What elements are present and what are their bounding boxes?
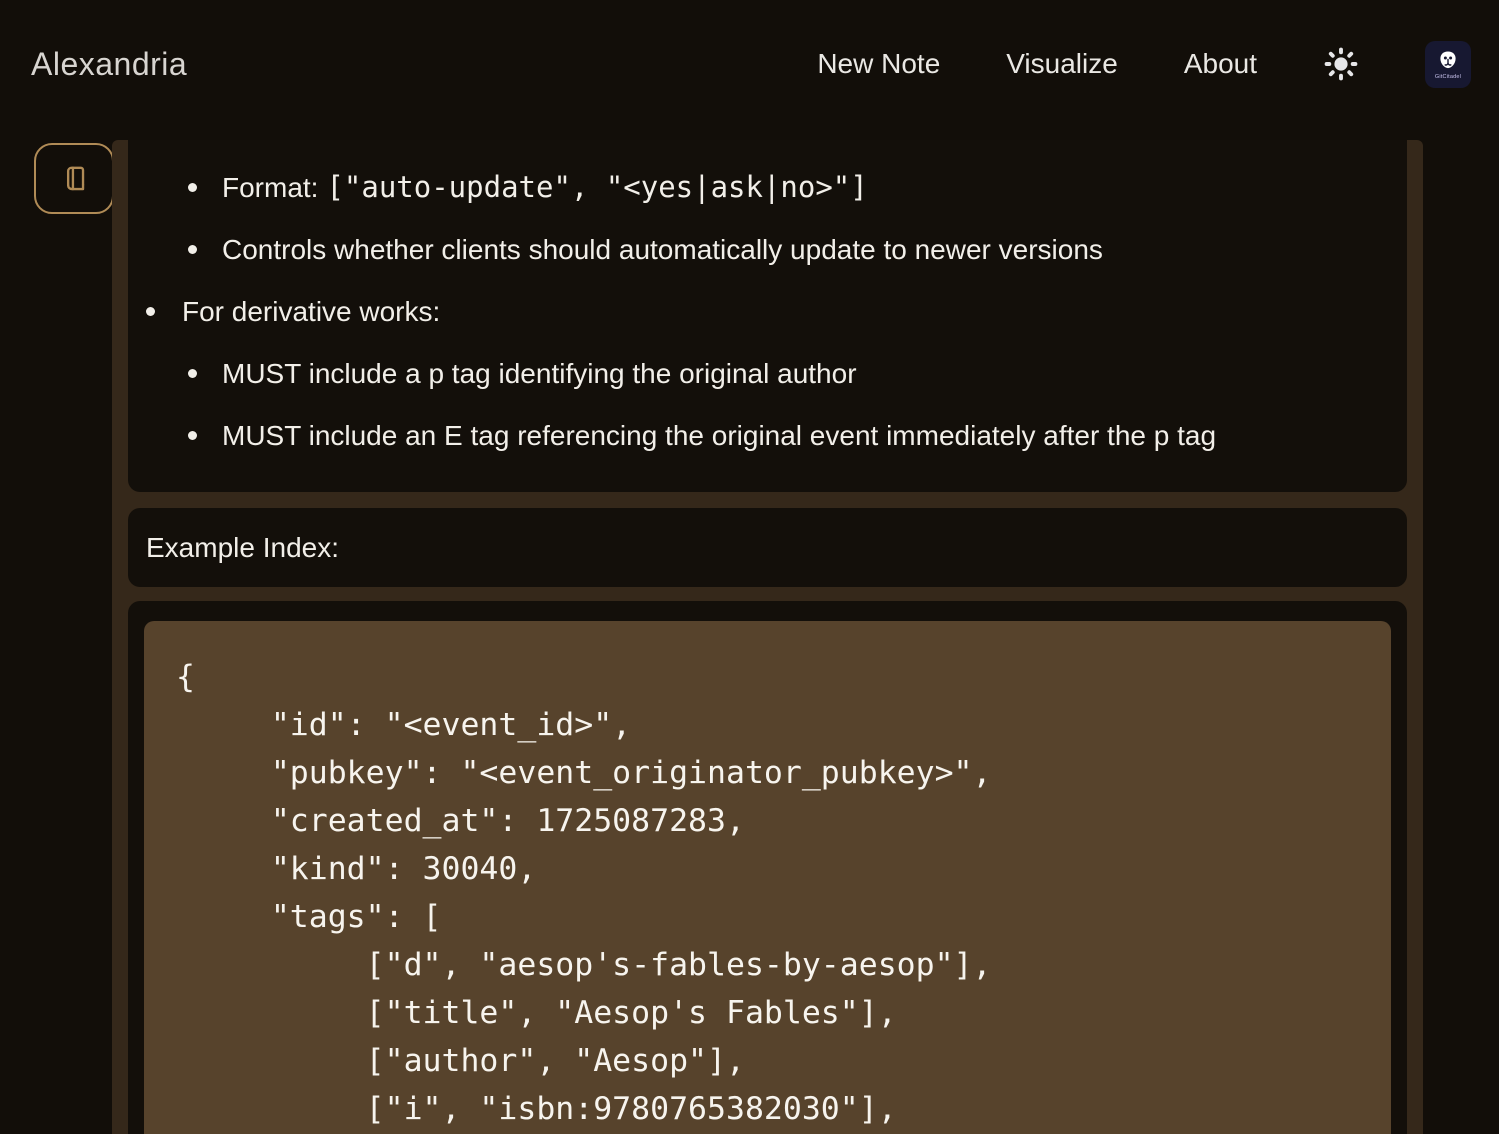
spec-rules-card: Format: ["auto-update", "<yes|ask|no>"] C… [128,140,1407,492]
gitcitadel-logo[interactable]: GitCitadel [1425,41,1471,88]
derivative-sublist: MUST include a p tag identifying the ori… [182,356,1407,453]
list-item-derivative-heading: For derivative works: MUST include a p t… [128,294,1407,453]
example-index-card: Example Index: [128,508,1407,587]
app-title: Alexandria [31,46,187,83]
nav-link-about[interactable]: About [1184,48,1257,80]
nav-link-visualize[interactable]: Visualize [1006,48,1118,80]
list-item-controls: Controls whether clients should automati… [128,232,1407,267]
derivative-list: For derivative works: MUST include a p t… [128,294,1407,453]
list-item-format: Format: ["auto-update", "<yes|ask|no>"] [128,170,1407,205]
list-item-must-p-tag: MUST include a p tag identifying the ori… [182,356,1407,391]
shield-glyph-icon [1436,49,1460,73]
format-code: ["auto-update", "<yes|ask|no>"] [326,170,867,204]
example-code-card: { "id": "<event_id>", "pubkey": "<event_… [128,601,1407,1134]
json-code-text: { "id": "<event_id>", "pubkey": "<event_… [176,653,1359,1133]
theme-toggle-button[interactable] [1323,46,1359,82]
logo-caption: GitCitadel [1435,74,1461,80]
library-sidebar-button[interactable] [34,143,114,214]
top-nav-bar: Alexandria New Note Visualize About [0,0,1499,128]
sun-icon [1323,46,1359,82]
example-index-label: Example Index: [146,532,339,564]
format-label: Format: [222,172,318,203]
book-icon [57,162,91,196]
main-nav: New Note Visualize About [817,41,1471,88]
nav-link-new-note[interactable]: New Note [817,48,940,80]
json-code-block: { "id": "<event_id>", "pubkey": "<event_… [144,621,1391,1134]
list-item-must-e-tag: MUST include an E tag referencing the or… [182,418,1407,453]
content-scroll-area[interactable]: Format: ["auto-update", "<yes|ask|no>"] C… [112,140,1423,1134]
format-sublist: Format: ["auto-update", "<yes|ask|no>"] C… [128,170,1407,267]
